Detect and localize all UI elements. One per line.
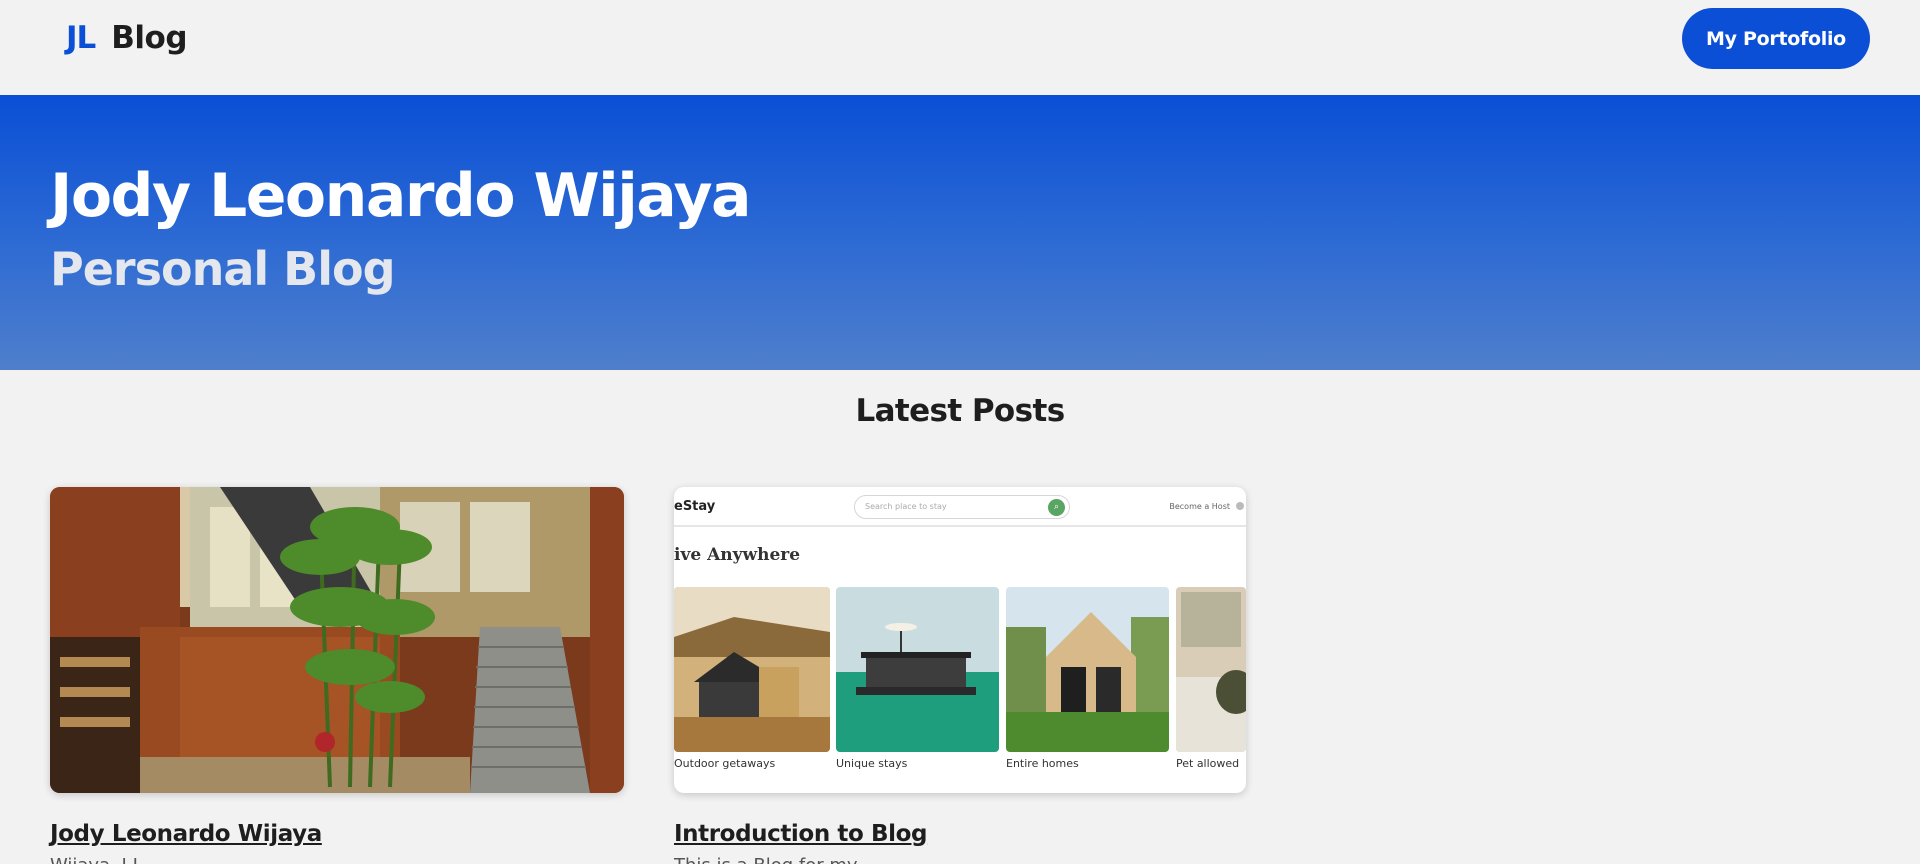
preview-heading: ive Anywhere <box>674 545 801 565</box>
portfolio-button[interactable]: My Portofolio <box>1682 8 1870 69</box>
preview-brand: eStay <box>674 499 716 514</box>
preview-navbar: eStay Search place to stay ⌕ Become a Ho… <box>674 487 1246 527</box>
preview-tile-image <box>1176 587 1246 752</box>
hero-title: Jody Leonardo Wijaya <box>50 161 752 231</box>
preview-tile-image <box>836 587 999 752</box>
hero-subtitle: Personal Blog <box>50 242 396 296</box>
preview-category-label: Outdoor getaways <box>674 757 776 770</box>
logo-mark: JL <box>66 20 96 56</box>
post-excerpt: This is a Blog for my... <box>674 855 1246 864</box>
preview-search-placeholder: Search place to stay <box>865 502 947 511</box>
hero-banner: Jody Leonardo Wijaya Personal Blog <box>0 95 1920 370</box>
post-thumbnail[interactable] <box>50 487 624 793</box>
interior-scene-image <box>50 487 624 793</box>
preview-category-label: Pet allowed <box>1176 757 1240 770</box>
logo-text: Blog <box>111 20 188 56</box>
preview-host-link: Become a Host <box>1169 502 1230 511</box>
post-title-link[interactable]: Jody Leonardo Wijaya <box>50 821 624 847</box>
preview-tile-image <box>1006 587 1169 752</box>
preview-search-field: Search place to stay ⌕ <box>854 495 1070 519</box>
post-title-link[interactable]: Introduction to Blog <box>674 821 1246 847</box>
preview-tile-image <box>674 587 830 752</box>
globe-icon <box>1236 502 1244 510</box>
section-title: Latest Posts <box>855 393 1065 429</box>
post-thumbnail[interactable]: eStay Search place to stay ⌕ Become a Ho… <box>674 487 1246 793</box>
preview-category-label: Entire homes <box>1006 757 1079 770</box>
preview-category-label: Unique stays <box>836 757 908 770</box>
post-card[interactable]: eStay Search place to stay ⌕ Become a Ho… <box>674 487 1246 864</box>
search-icon: ⌕ <box>1048 499 1065 516</box>
top-nav: JL Blog My Portofolio <box>0 0 1920 95</box>
post-card[interactable]: Jody Leonardo Wijaya Wijaya, J.L. <box>50 487 624 864</box>
post-excerpt: Wijaya, J.L. <box>50 855 624 864</box>
site-logo[interactable]: JL Blog <box>66 20 188 56</box>
